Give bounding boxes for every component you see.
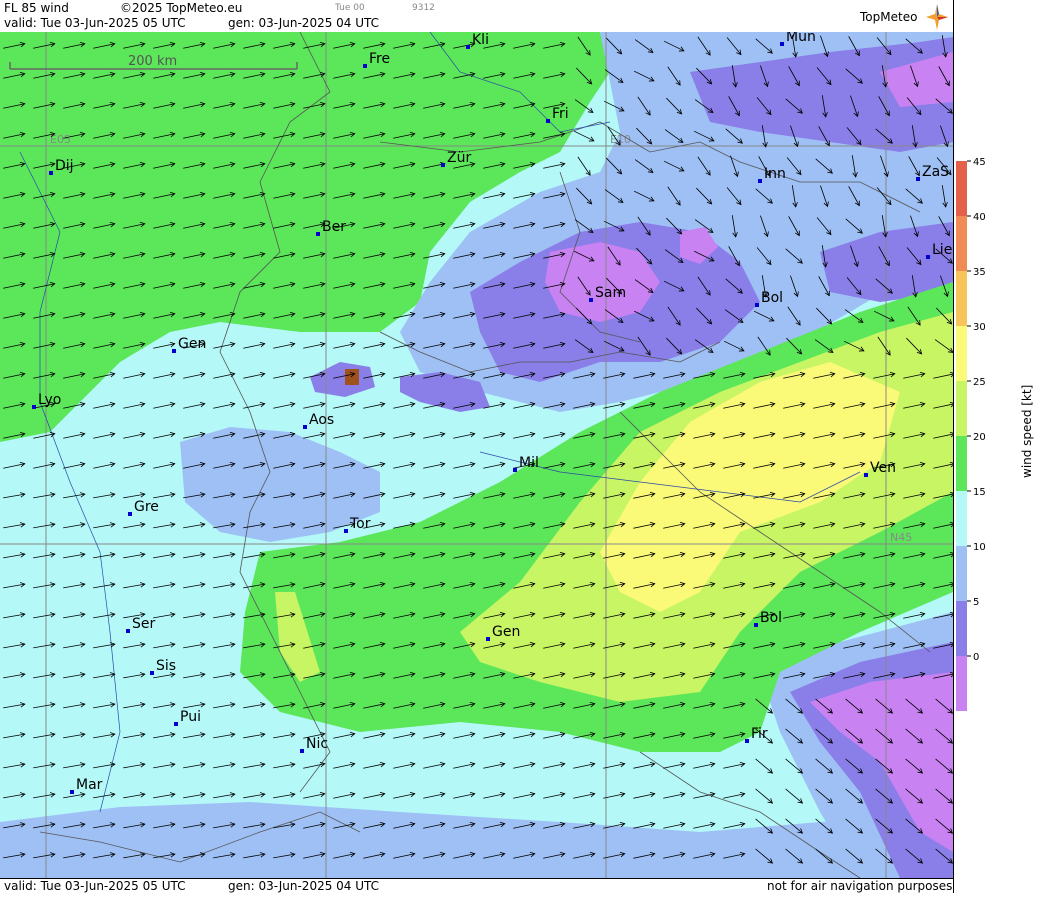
city-label: Zür (447, 150, 471, 166)
code-small: 9312 (412, 3, 435, 13)
city-label: Tor (349, 516, 371, 532)
legend-color-band (956, 381, 967, 436)
city-marker (32, 405, 36, 409)
city-marker (70, 790, 74, 794)
city-marker (780, 42, 784, 46)
city-marker (755, 303, 759, 307)
compass-star-icon (926, 4, 948, 30)
legend-tick-label: 5 (973, 597, 979, 608)
city-label: Mar (76, 777, 103, 793)
city-label: Sam (595, 285, 626, 301)
city-label: Nic (306, 736, 328, 752)
footer-generated-time: gen: 03-Jun-2025 04 UTC (228, 879, 380, 893)
city-label: Ser (132, 616, 156, 632)
city-label: Aos (309, 412, 334, 428)
city-label: Gen (178, 336, 206, 352)
city-label: Fir (751, 726, 768, 742)
legend-color-band (956, 656, 967, 711)
map-title: FL 85 wind (4, 1, 69, 15)
city-marker (172, 349, 176, 353)
city-label: Mil (519, 455, 539, 471)
city-label: Gen (492, 624, 520, 640)
city-marker (363, 64, 367, 68)
grid-label-n45: N45 (890, 531, 912, 544)
valid-time: valid: Tue 03-Jun-2025 05 UTC (4, 16, 186, 30)
city-marker (150, 671, 154, 675)
city-marker (513, 468, 517, 472)
city-label: Fri (552, 106, 569, 122)
generated-time: gen: 03-Jun-2025 04 UTC (228, 16, 380, 30)
legend-color-band (956, 326, 967, 381)
legend-tick-label: 40 (973, 212, 986, 223)
wind-map-canvas: E05 E10 N45 200 km KliMunFreFriDijZürI (0, 32, 953, 878)
legend-title: wind speed [kt] (1020, 385, 1034, 478)
city-label: Lie (932, 242, 952, 258)
city-label: Bol (760, 610, 782, 626)
legend-tick-label: 35 (973, 267, 986, 278)
time-small: Tue 00 (335, 3, 365, 13)
city-marker (486, 637, 490, 641)
city-marker (174, 722, 178, 726)
city-label: Ven (870, 460, 896, 476)
disclaimer: not for air navigation purposes (767, 879, 953, 893)
legend-tick-label: 0 (973, 652, 979, 663)
city-marker (126, 629, 130, 633)
map-header: FL 85 wind ©2025 TopMeteo.eu Tue 00 9312… (0, 0, 953, 33)
legend-color-band (956, 601, 967, 656)
legend-tick-label: 45 (973, 157, 986, 168)
city-marker (316, 232, 320, 236)
city-marker (300, 749, 304, 753)
legend-color-band (956, 271, 967, 326)
city-label: Bol (761, 290, 783, 306)
city-marker (441, 163, 445, 167)
city-label: Kli (472, 32, 489, 48)
city-marker (546, 119, 550, 123)
city-label: Lyo (38, 392, 61, 408)
city-label: Fre (369, 51, 390, 67)
city-label: Dij (55, 158, 74, 174)
footer-valid-time: valid: Tue 03-Jun-2025 05 UTC (4, 879, 186, 893)
legend-tick-label: 25 (973, 377, 986, 388)
copyright-text: ©2025 TopMeteo.eu (120, 1, 243, 15)
legend-color-band (956, 546, 967, 601)
city-label: Gre (134, 499, 159, 515)
legend-tick-label: 30 (973, 322, 986, 333)
legend-tick-label: 15 (973, 487, 986, 498)
legend-tick-label: 10 (973, 542, 986, 553)
legend-color-band (956, 436, 967, 491)
city-marker (745, 739, 749, 743)
city-marker (344, 529, 348, 533)
city-marker (864, 473, 868, 477)
city-marker (754, 623, 758, 627)
city-marker (303, 425, 307, 429)
wind-map[interactable]: E05 E10 N45 200 km Kli Mun Fre Fri Dij Zür I (0, 32, 953, 878)
city-label: Ber (322, 219, 346, 235)
map-footer: valid: Tue 03-Jun-2025 05 UTC gen: 03-Ju… (0, 878, 953, 894)
speed-zone-high-pocket (345, 369, 359, 385)
city-marker (128, 512, 132, 516)
legend-color-band (956, 216, 967, 271)
city-marker (916, 177, 920, 181)
city-marker (589, 298, 593, 302)
legend-tick-label: 20 (973, 432, 986, 443)
wind-speed-legend: 45 40 35 30 25 20 15 10 5 0 wind speed [kt] (953, 0, 1045, 893)
topmeteo-logo: TopMeteo (860, 10, 918, 24)
legend-color-band (956, 491, 967, 546)
city-marker (758, 179, 762, 183)
scale-bar-label: 200 km (128, 54, 177, 69)
legend-colorbar: 45 40 35 30 25 20 15 10 5 0 wind speed [kt] (956, 157, 1034, 711)
city-label: Mun (786, 32, 816, 45)
city-marker (466, 45, 470, 49)
city-marker (49, 171, 53, 175)
city-label: Sis (156, 658, 176, 674)
legend-color-band (956, 161, 967, 216)
city-label: ZaS (922, 164, 949, 180)
city-label: Pui (180, 709, 201, 725)
city-marker (926, 255, 930, 259)
city-label: Inn (764, 166, 786, 182)
